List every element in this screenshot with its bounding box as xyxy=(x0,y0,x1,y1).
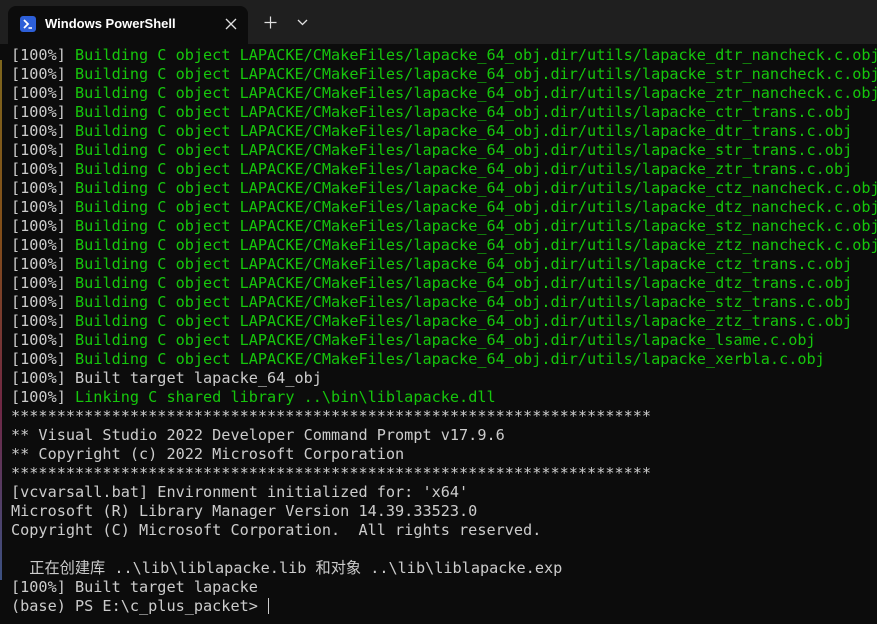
output-line: [100%] Building C object LAPACKE/CMakeFi… xyxy=(11,255,877,274)
output-line: [100%] Building C object LAPACKE/CMakeFi… xyxy=(11,274,877,293)
output-line: [100%] Building C object LAPACKE/CMakeFi… xyxy=(11,350,877,369)
line-text: Microsoft (R) Library Manager Version 14… xyxy=(11,502,478,520)
line-text: Building C object LAPACKE/CMakeFiles/lap… xyxy=(75,293,853,311)
output-line: [100%] Building C object LAPACKE/CMakeFi… xyxy=(11,84,877,103)
line-prefix: [100%] xyxy=(11,293,76,311)
output-line: Microsoft (R) Library Manager Version 14… xyxy=(11,502,877,521)
tab-title: Windows PowerShell xyxy=(45,16,176,31)
output-line: [100%] Building C object LAPACKE/CMakeFi… xyxy=(11,65,877,84)
line-prefix: [100%] xyxy=(11,46,76,64)
output-line: [100%] Built target lapacke xyxy=(11,578,877,597)
line-text: Building C object LAPACKE/CMakeFiles/lap… xyxy=(75,350,825,368)
terminal-window: Windows PowerShell [100%] Building C obj… xyxy=(0,0,877,624)
output-line: ** Copyright (c) 2022 Microsoft Corporat… xyxy=(11,445,877,464)
output-line: [100%] Building C object LAPACKE/CMakeFi… xyxy=(11,103,877,122)
output-line: [100%] Building C object LAPACKE/CMakeFi… xyxy=(11,312,877,331)
line-prefix: [100%] xyxy=(11,578,76,596)
line-text: 正在创建库 ..\lib\liblapacke.lib 和对象 ..\lib\l… xyxy=(11,559,563,577)
line-text: ****************************************… xyxy=(11,464,652,482)
line-text: Building C object LAPACKE/CMakeFiles/lap… xyxy=(75,160,853,178)
output-line: [vcvarsall.bat] Environment initialized … xyxy=(11,483,877,502)
output-line: [100%] Building C object LAPACKE/CMakeFi… xyxy=(11,46,877,65)
output-line: [100%] Building C object LAPACKE/CMakeFi… xyxy=(11,217,877,236)
line-prefix: [100%] xyxy=(11,236,76,254)
output-line: ****************************************… xyxy=(11,407,877,426)
line-text: Building C object LAPACKE/CMakeFiles/lap… xyxy=(75,46,877,64)
line-text: Built target lapacke_64_obj xyxy=(75,369,322,387)
line-text: Building C object LAPACKE/CMakeFiles/lap… xyxy=(75,217,877,235)
line-text: Building C object LAPACKE/CMakeFiles/lap… xyxy=(75,84,877,102)
line-prefix: [100%] xyxy=(11,217,76,235)
line-text: Building C object LAPACKE/CMakeFiles/lap… xyxy=(75,312,853,330)
line-prefix: [100%] xyxy=(11,198,76,216)
close-icon[interactable] xyxy=(221,14,241,34)
output-line: ****************************************… xyxy=(11,464,877,483)
line-text: ****************************************… xyxy=(11,407,652,425)
tab-windows-powershell[interactable]: Windows PowerShell xyxy=(8,6,248,44)
line-prefix: [100%] xyxy=(11,65,76,83)
title-bar: Windows PowerShell xyxy=(0,0,877,44)
line-prefix: [100%] xyxy=(11,331,76,349)
output-line: 正在创建库 ..\lib\liblapacke.lib 和对象 ..\lib\l… xyxy=(11,559,877,578)
line-prefix: [100%] xyxy=(11,350,76,368)
output-line: ** Visual Studio 2022 Developer Command … xyxy=(11,426,877,445)
output-line: [100%] Building C object LAPACKE/CMakeFi… xyxy=(11,141,877,160)
line-text: Building C object LAPACKE/CMakeFiles/lap… xyxy=(75,122,853,140)
chevron-down-icon[interactable] xyxy=(292,12,312,32)
line-prefix: [100%] xyxy=(11,255,76,273)
line-prefix: [100%] xyxy=(11,312,76,330)
line-prefix: [100%] xyxy=(11,160,76,178)
line-prefix: [100%] xyxy=(11,388,76,406)
output-line: [100%] Building C object LAPACKE/CMakeFi… xyxy=(11,198,877,217)
output-line: [100%] Building C object LAPACKE/CMakeFi… xyxy=(11,331,877,350)
line-text: Linking C shared library ..\bin\liblapac… xyxy=(75,388,496,406)
prompt-line[interactable]: (base) PS E:\c_plus_packet> xyxy=(11,597,877,616)
text-cursor xyxy=(268,598,270,614)
line-prefix: [100%] xyxy=(11,369,76,387)
output-line: [100%] Built target lapacke_64_obj xyxy=(11,369,877,388)
line-text: Building C object LAPACKE/CMakeFiles/lap… xyxy=(75,179,877,197)
line-prefix: [100%] xyxy=(11,141,76,159)
line-text: Building C object LAPACKE/CMakeFiles/lap… xyxy=(75,141,853,159)
output-line: [100%] Building C object LAPACKE/CMakeFi… xyxy=(11,236,877,255)
line-text: Building C object LAPACKE/CMakeFiles/lap… xyxy=(75,198,877,216)
line-text: Building C object LAPACKE/CMakeFiles/lap… xyxy=(75,103,853,121)
line-text: Building C object LAPACKE/CMakeFiles/lap… xyxy=(75,65,877,83)
line-text: [vcvarsall.bat] Environment initialized … xyxy=(11,483,469,501)
line-text: ** Copyright (c) 2022 Microsoft Corporat… xyxy=(11,445,405,463)
line-prefix: [100%] xyxy=(11,122,76,140)
line-prefix: [100%] xyxy=(11,179,76,197)
line-text: ** Visual Studio 2022 Developer Command … xyxy=(11,426,505,444)
line-text: Building C object LAPACKE/CMakeFiles/lap… xyxy=(75,274,853,292)
output-line: [100%] Linking C shared library ..\bin\l… xyxy=(11,388,877,407)
terminal-lines: [100%] Building C object LAPACKE/CMakeFi… xyxy=(11,46,877,597)
line-text: Building C object LAPACKE/CMakeFiles/lap… xyxy=(75,255,853,273)
line-text: Building C object LAPACKE/CMakeFiles/lap… xyxy=(75,236,877,254)
output-line: Copyright (C) Microsoft Corporation. All… xyxy=(11,521,877,540)
powershell-icon xyxy=(20,16,36,32)
output-line: [100%] Building C object LAPACKE/CMakeFi… xyxy=(11,160,877,179)
terminal-output[interactable]: [100%] Building C object LAPACKE/CMakeFi… xyxy=(0,44,877,624)
plus-icon[interactable] xyxy=(260,12,280,32)
output-line: [100%] Building C object LAPACKE/CMakeFi… xyxy=(11,122,877,141)
line-prefix: [100%] xyxy=(11,84,76,102)
line-text: Built target lapacke xyxy=(75,578,258,596)
line-prefix: [100%] xyxy=(11,103,76,121)
output-line: [100%] Building C object LAPACKE/CMakeFi… xyxy=(11,179,877,198)
output-line: [100%] Building C object LAPACKE/CMakeFi… xyxy=(11,293,877,312)
prompt-text: (base) PS E:\c_plus_packet> xyxy=(11,597,268,615)
line-text: Copyright (C) Microsoft Corporation. All… xyxy=(11,521,542,539)
line-text: Building C object LAPACKE/CMakeFiles/lap… xyxy=(75,331,816,349)
line-prefix: [100%] xyxy=(11,274,76,292)
